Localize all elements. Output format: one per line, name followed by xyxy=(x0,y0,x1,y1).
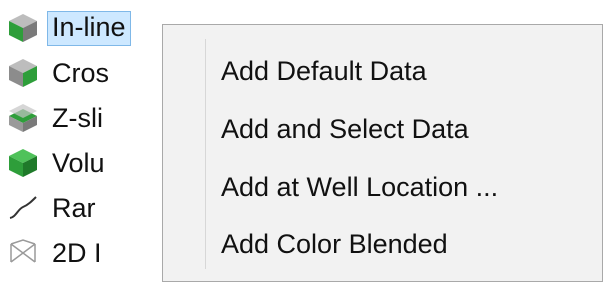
menu-item-label: Add Default Data xyxy=(221,55,427,86)
crossline-cube-icon xyxy=(6,56,40,90)
menu-item-add-default-data[interactable]: Add Default Data xyxy=(221,45,591,97)
context-menu: Add Default Data Add and Select Data Add… xyxy=(162,24,603,282)
menu-item-add-and-select-data[interactable]: Add and Select Data xyxy=(221,103,591,155)
tree-item-crossline[interactable]: Cros xyxy=(6,53,109,93)
tree-item-volume[interactable]: Volu xyxy=(6,143,105,183)
tree-item-label: Z-sli xyxy=(52,102,103,133)
tree-item-inline[interactable]: In-line xyxy=(6,8,131,48)
screenshot-stage: In-line Cros Z-sli Volu Rar 2D I Add Def… xyxy=(0,0,603,282)
menu-item-label: Add at Well Location ... xyxy=(221,171,499,202)
menu-item-add-color-blended[interactable]: Add Color Blended xyxy=(221,218,591,270)
zslice-cube-icon xyxy=(6,101,40,135)
tree-item-label: Rar xyxy=(52,192,96,223)
menu-item-label: Add and Select Data xyxy=(221,113,469,144)
random-line-icon xyxy=(6,191,40,225)
tree-item-random-line[interactable]: Rar xyxy=(6,188,96,228)
tree-item-label: In-line xyxy=(47,10,131,46)
inline-cube-icon xyxy=(6,11,40,45)
tree-item-zslice[interactable]: Z-sli xyxy=(6,98,103,138)
menu-item-add-at-well-location[interactable]: Add at Well Location ... xyxy=(221,161,591,213)
tree-item-2d-line[interactable]: 2D I xyxy=(6,233,102,273)
2d-line-icon xyxy=(6,236,40,270)
tree-item-label: 2D I xyxy=(52,237,102,268)
menu-item-label: Add Color Blended xyxy=(221,228,448,259)
menu-icon-gutter-divider xyxy=(205,39,206,269)
volume-cube-icon xyxy=(6,146,40,180)
tree-item-label: Volu xyxy=(52,147,105,178)
tree-item-label: Cros xyxy=(52,57,110,88)
